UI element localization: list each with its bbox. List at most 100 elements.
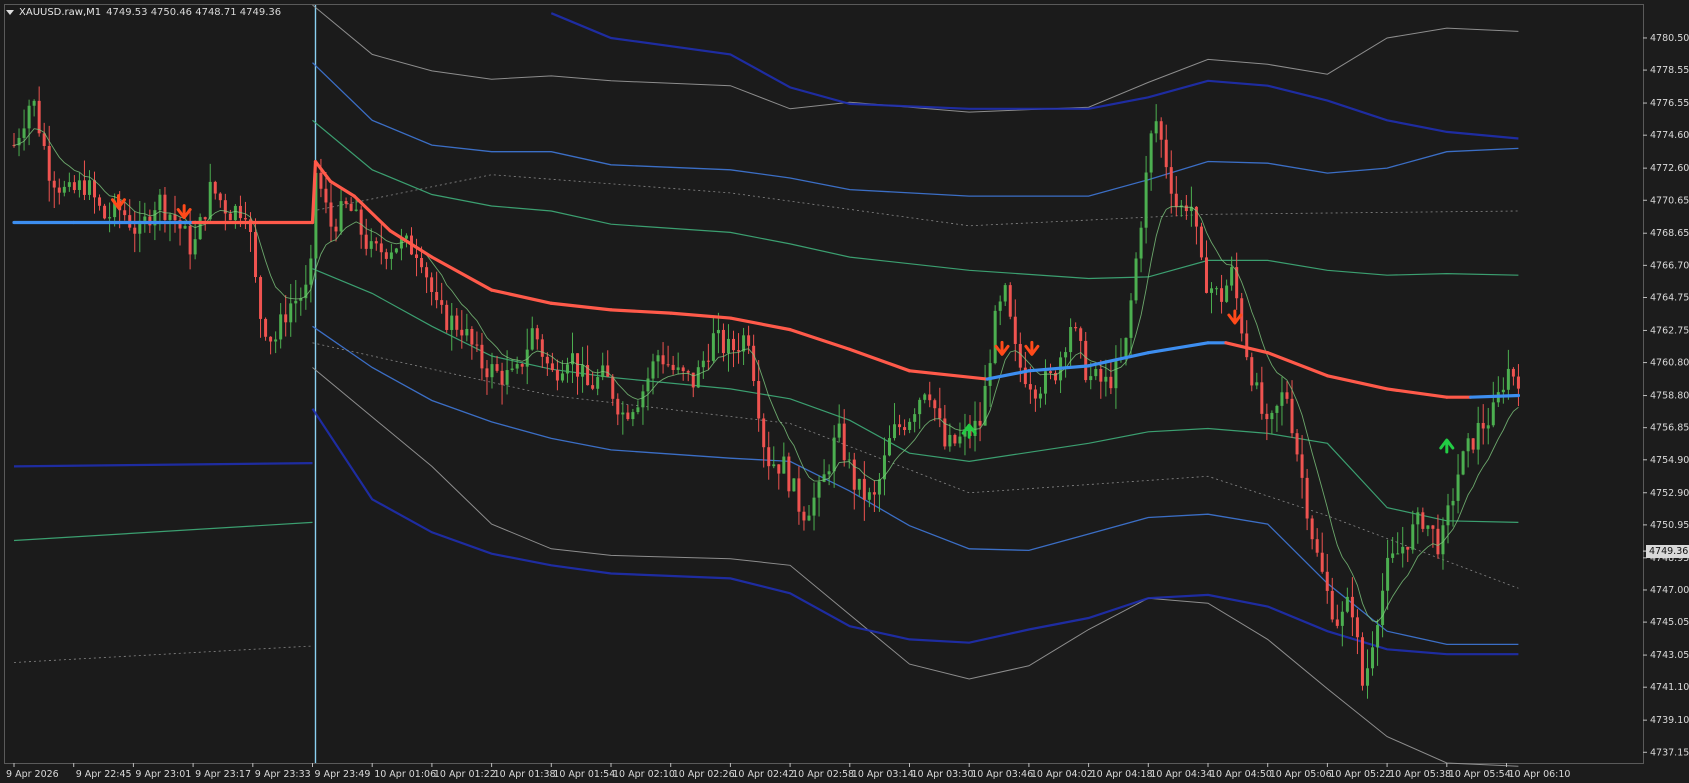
candle-body xyxy=(500,370,504,385)
price-label: 4762.75 xyxy=(1650,325,1689,336)
time-label: 10 Apr 02:26 xyxy=(673,769,735,780)
candle-body xyxy=(269,336,273,342)
dropdown-triangle-icon[interactable] xyxy=(6,9,14,15)
candle-body xyxy=(72,182,76,191)
candle-body xyxy=(62,186,66,193)
candle-body xyxy=(52,180,56,188)
candle-body xyxy=(415,254,419,258)
time-label: 10 Apr 06:10 xyxy=(1509,769,1571,780)
candle-body xyxy=(611,376,615,399)
trend-line-segment xyxy=(352,194,392,233)
price-chart-svg[interactable]: 4780.50 4778.55 4776.55 4774.60 4772.60 4770.… xyxy=(0,0,1689,783)
candle-body xyxy=(1481,422,1485,429)
candle-body xyxy=(450,315,454,330)
candle-body xyxy=(1099,368,1103,382)
candle-body xyxy=(540,339,544,357)
candle-body xyxy=(938,408,942,419)
candle-body xyxy=(802,511,806,521)
candle-body xyxy=(404,235,408,239)
candle-body xyxy=(349,203,353,211)
candle-body xyxy=(1074,327,1078,329)
trend-line-segment xyxy=(669,311,733,320)
trend-line-segment xyxy=(788,328,852,351)
candle-body xyxy=(455,315,459,330)
sell-arrow-icon xyxy=(994,340,1010,356)
candle-body xyxy=(711,333,715,361)
candle-body xyxy=(1280,392,1284,406)
price-label: 4747.00 xyxy=(1650,585,1689,596)
trend-line-segment xyxy=(1469,393,1521,399)
sell-arrow-icon xyxy=(1024,340,1040,356)
time-label: 10 Apr 01:06 xyxy=(374,769,436,780)
candle-body xyxy=(953,434,957,444)
trend-line-segment xyxy=(328,179,356,198)
candle-body xyxy=(87,180,91,195)
candle-body xyxy=(103,205,107,219)
time-label: 9 Apr 22:45 xyxy=(76,769,132,780)
candle-body xyxy=(98,197,102,206)
candle-body xyxy=(550,363,554,371)
candle-body xyxy=(721,329,725,354)
price-label: 4770.65 xyxy=(1650,195,1689,206)
candle-body xyxy=(1164,139,1168,168)
trend-line-segment xyxy=(1146,341,1210,355)
candle-body xyxy=(445,304,449,330)
price-label: 4737.15 xyxy=(1650,747,1689,758)
trend-line-segment xyxy=(907,369,989,381)
candle-body xyxy=(1290,398,1294,434)
candle-body xyxy=(465,328,469,336)
candle-body xyxy=(1486,425,1490,429)
time-label: 10 Apr 02:42 xyxy=(732,769,794,780)
price-label: 4754.90 xyxy=(1650,455,1689,466)
candle-body xyxy=(1084,340,1088,381)
candle-body xyxy=(344,201,348,204)
time-label: 10 Apr 02:58 xyxy=(792,769,854,780)
candle-body xyxy=(1345,596,1349,612)
candle-body xyxy=(877,479,881,495)
candle-body xyxy=(817,481,821,498)
candle-body xyxy=(309,258,313,285)
candle-body xyxy=(1446,505,1450,526)
candle-body xyxy=(435,291,439,301)
candle-body xyxy=(646,378,650,392)
candle-body xyxy=(1391,553,1395,558)
candle-body xyxy=(425,267,429,278)
candle-body xyxy=(1285,392,1289,399)
price-label: 4776.55 xyxy=(1650,98,1689,109)
candle-body xyxy=(420,257,424,268)
candle-body xyxy=(832,437,836,472)
price-label: 4752.90 xyxy=(1650,488,1689,499)
time-label: 10 Apr 04:02 xyxy=(1031,769,1093,780)
candle-body xyxy=(626,412,630,420)
price-label: 4766.70 xyxy=(1650,260,1689,271)
candle-body xyxy=(1406,546,1410,550)
candle-body xyxy=(908,421,912,430)
candle-body xyxy=(812,497,816,516)
candle-body xyxy=(27,105,31,129)
candle-body xyxy=(228,213,232,221)
candle-body xyxy=(510,368,514,371)
candle-body xyxy=(1365,668,1369,686)
candle-body xyxy=(661,355,665,365)
candle-body xyxy=(852,459,856,490)
candle-body xyxy=(259,277,263,319)
candle-body xyxy=(329,202,333,227)
band-lower-gray xyxy=(312,367,1519,767)
price-label: 4778.55 xyxy=(1650,65,1689,76)
candle-body xyxy=(384,252,388,259)
chart-window[interactable]: XAUUSD.raw,M1 4749.53 4750.46 4748.71 47… xyxy=(0,0,1689,783)
candle-body xyxy=(1094,368,1098,377)
candle-body xyxy=(430,277,434,292)
candle-body xyxy=(1210,288,1214,293)
candle-body xyxy=(651,361,655,379)
candle-body xyxy=(872,492,876,495)
time-label: 10 Apr 05:22 xyxy=(1329,769,1391,780)
price-label: 4745.05 xyxy=(1650,617,1689,628)
candle-body xyxy=(1270,412,1274,420)
candle-body xyxy=(1230,267,1234,286)
candle-body xyxy=(1013,316,1017,344)
candle-body xyxy=(1028,384,1032,390)
candle-body xyxy=(37,100,41,134)
candle-body xyxy=(948,434,952,447)
candle-body xyxy=(867,492,871,500)
